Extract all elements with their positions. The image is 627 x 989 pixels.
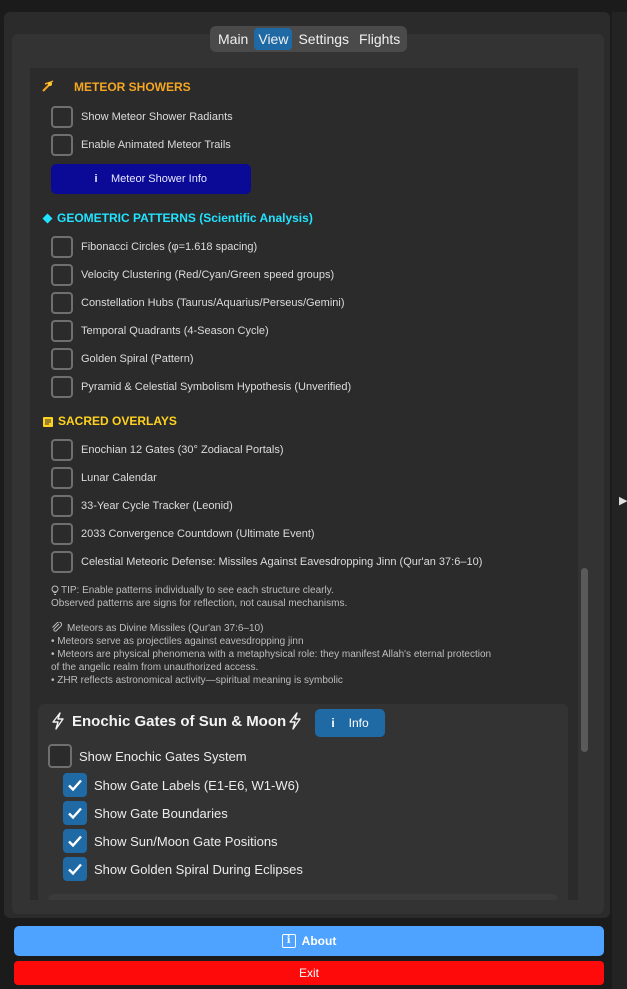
next-panel-edge bbox=[48, 894, 558, 900]
checkbox-convergence-countdown-label: 2033 Convergence Countdown (Ultimate Eve… bbox=[81, 528, 315, 540]
missile-line-4: • ZHR reflects astronomical activity—spi… bbox=[51, 675, 343, 686]
checkbox-meteoric-defense-label: Celestial Meteoric Defense: Missiles Aga… bbox=[81, 556, 483, 568]
checkbox-gate-boundaries-label: Show Gate Boundaries bbox=[94, 806, 228, 821]
checkbox-lunar-calendar[interactable] bbox=[51, 467, 73, 489]
meteor-section-title: METEOR SHOWERS bbox=[74, 80, 191, 94]
exit-label: Exit bbox=[298, 966, 319, 980]
paperclip-icon bbox=[52, 622, 62, 632]
checkmark-icon bbox=[68, 863, 82, 876]
checkbox-sun-moon-positions-label: Show Sun/Moon Gate Positions bbox=[94, 834, 278, 849]
checkbox-meteoric-defense[interactable] bbox=[51, 551, 73, 573]
checkbox-pyramid-hypothesis[interactable] bbox=[51, 376, 73, 398]
tab-main[interactable]: Main bbox=[214, 28, 252, 50]
geometric-section-title: GEOMETRIC PATTERNS (Scientific Analysis) bbox=[57, 211, 313, 225]
lightning-icon bbox=[289, 712, 301, 730]
scrollbar-thumb[interactable] bbox=[581, 568, 588, 752]
tip-line-1: TIP: Enable patterns individually to see… bbox=[61, 585, 334, 596]
checkmark-icon bbox=[68, 835, 82, 848]
checkbox-temporal-quadrants[interactable] bbox=[51, 320, 73, 342]
checkbox-golden-spiral-eclipses-label: Show Golden Spiral During Eclipses bbox=[94, 862, 303, 877]
checkbox-enochic-gates-system[interactable] bbox=[48, 744, 72, 768]
checkbox-cycle-tracker[interactable] bbox=[51, 495, 73, 517]
checkbox-meteor-radiants-label: Show Meteor Shower Radiants bbox=[81, 111, 233, 123]
tab-bar: Main View Settings Flights bbox=[210, 26, 407, 52]
checkbox-golden-spiral-label: Golden Spiral (Pattern) bbox=[81, 353, 194, 365]
tab-view[interactable]: View bbox=[254, 28, 293, 50]
checkbox-cycle-tracker-label: 33-Year Cycle Tracker (Leonid) bbox=[81, 500, 233, 512]
diamond-icon bbox=[42, 213, 53, 224]
tab-settings[interactable]: Settings bbox=[294, 28, 353, 50]
gates-info-button[interactable]: i Info bbox=[315, 709, 385, 737]
missile-line-3: of the angelic realm from unauthorized a… bbox=[51, 662, 259, 673]
missile-line-1: • Meteors serve as projectiles against e… bbox=[51, 636, 304, 647]
checkbox-velocity-clustering-label: Velocity Clustering (Red/Cyan/Green spee… bbox=[81, 269, 335, 281]
checkbox-lunar-calendar-label: Lunar Calendar bbox=[81, 472, 157, 484]
missile-line-2: • Meteors are physical phenomena with a … bbox=[51, 649, 492, 660]
checkbox-meteor-trails[interactable] bbox=[51, 134, 73, 156]
tab-flights[interactable]: Flights bbox=[355, 28, 404, 50]
checkbox-gate-labels-label: Show Gate Labels (E1-E6, W1-W6) bbox=[94, 778, 300, 793]
checkbox-gate-boundaries[interactable] bbox=[63, 801, 87, 825]
checkbox-pyramid-hypothesis-label: Pyramid & Celestial Symbolism Hypothesis… bbox=[81, 381, 352, 393]
checkbox-convergence-countdown[interactable] bbox=[51, 523, 73, 545]
gates-info-label: Info bbox=[348, 716, 369, 730]
checkmark-icon bbox=[68, 779, 82, 792]
checkbox-fibonacci-circles[interactable] bbox=[51, 236, 73, 258]
expand-arrow-icon[interactable]: ▶ bbox=[619, 494, 627, 507]
checkbox-constellation-hubs[interactable] bbox=[51, 292, 73, 314]
sacred-section-title: SACRED OVERLAYS bbox=[58, 414, 177, 428]
checkbox-fibonacci-circles-label: Fibonacci Circles (φ=1.618 spacing) bbox=[81, 241, 258, 253]
about-label: About bbox=[301, 934, 337, 948]
checkbox-enochic-gates-system-label: Show Enochic Gates System bbox=[79, 749, 247, 764]
lightning-icon bbox=[52, 712, 64, 730]
checkbox-constellation-hubs-label: Constellation Hubs (Taurus/Aquarius/Pers… bbox=[81, 297, 345, 309]
checkbox-gate-labels[interactable] bbox=[63, 773, 87, 797]
lightbulb-icon bbox=[51, 585, 59, 595]
tip-line-2: Observed patterns are signs for reflecti… bbox=[51, 598, 348, 609]
checkmark-icon bbox=[68, 807, 82, 820]
enochic-gates-title: Enochic Gates of Sun & Moon bbox=[72, 713, 287, 730]
info-icon: i bbox=[94, 173, 98, 185]
checkbox-velocity-clustering[interactable] bbox=[51, 264, 73, 286]
checkbox-enochian-gates[interactable] bbox=[51, 439, 73, 461]
exit-button[interactable]: Exit bbox=[14, 961, 604, 985]
about-button[interactable]: i About bbox=[14, 926, 604, 956]
checkbox-enochian-gates-label: Enochian 12 Gates (30° Zodiacal Portals) bbox=[81, 444, 284, 456]
info-icon: i bbox=[331, 716, 335, 730]
checkbox-meteor-radiants[interactable] bbox=[51, 106, 73, 128]
checkbox-golden-spiral-eclipses[interactable] bbox=[63, 857, 87, 881]
meteor-icon bbox=[42, 80, 54, 92]
checkbox-temporal-quadrants-label: Temporal Quadrants (4-Season Cycle) bbox=[81, 325, 269, 337]
missile-title: Meteors as Divine Missiles (Qur'an 37:6–… bbox=[67, 623, 264, 634]
checkbox-sun-moon-positions[interactable] bbox=[63, 829, 87, 853]
meteor-info-button[interactable]: i Meteor Shower Info bbox=[51, 164, 251, 194]
meteor-info-label: Meteor Shower Info bbox=[111, 173, 207, 185]
checkbox-golden-spiral[interactable] bbox=[51, 348, 73, 370]
checkbox-meteor-trails-label: Enable Animated Meteor Trails bbox=[81, 139, 231, 151]
scroll-icon bbox=[43, 417, 53, 427]
info-icon: i bbox=[281, 934, 296, 948]
